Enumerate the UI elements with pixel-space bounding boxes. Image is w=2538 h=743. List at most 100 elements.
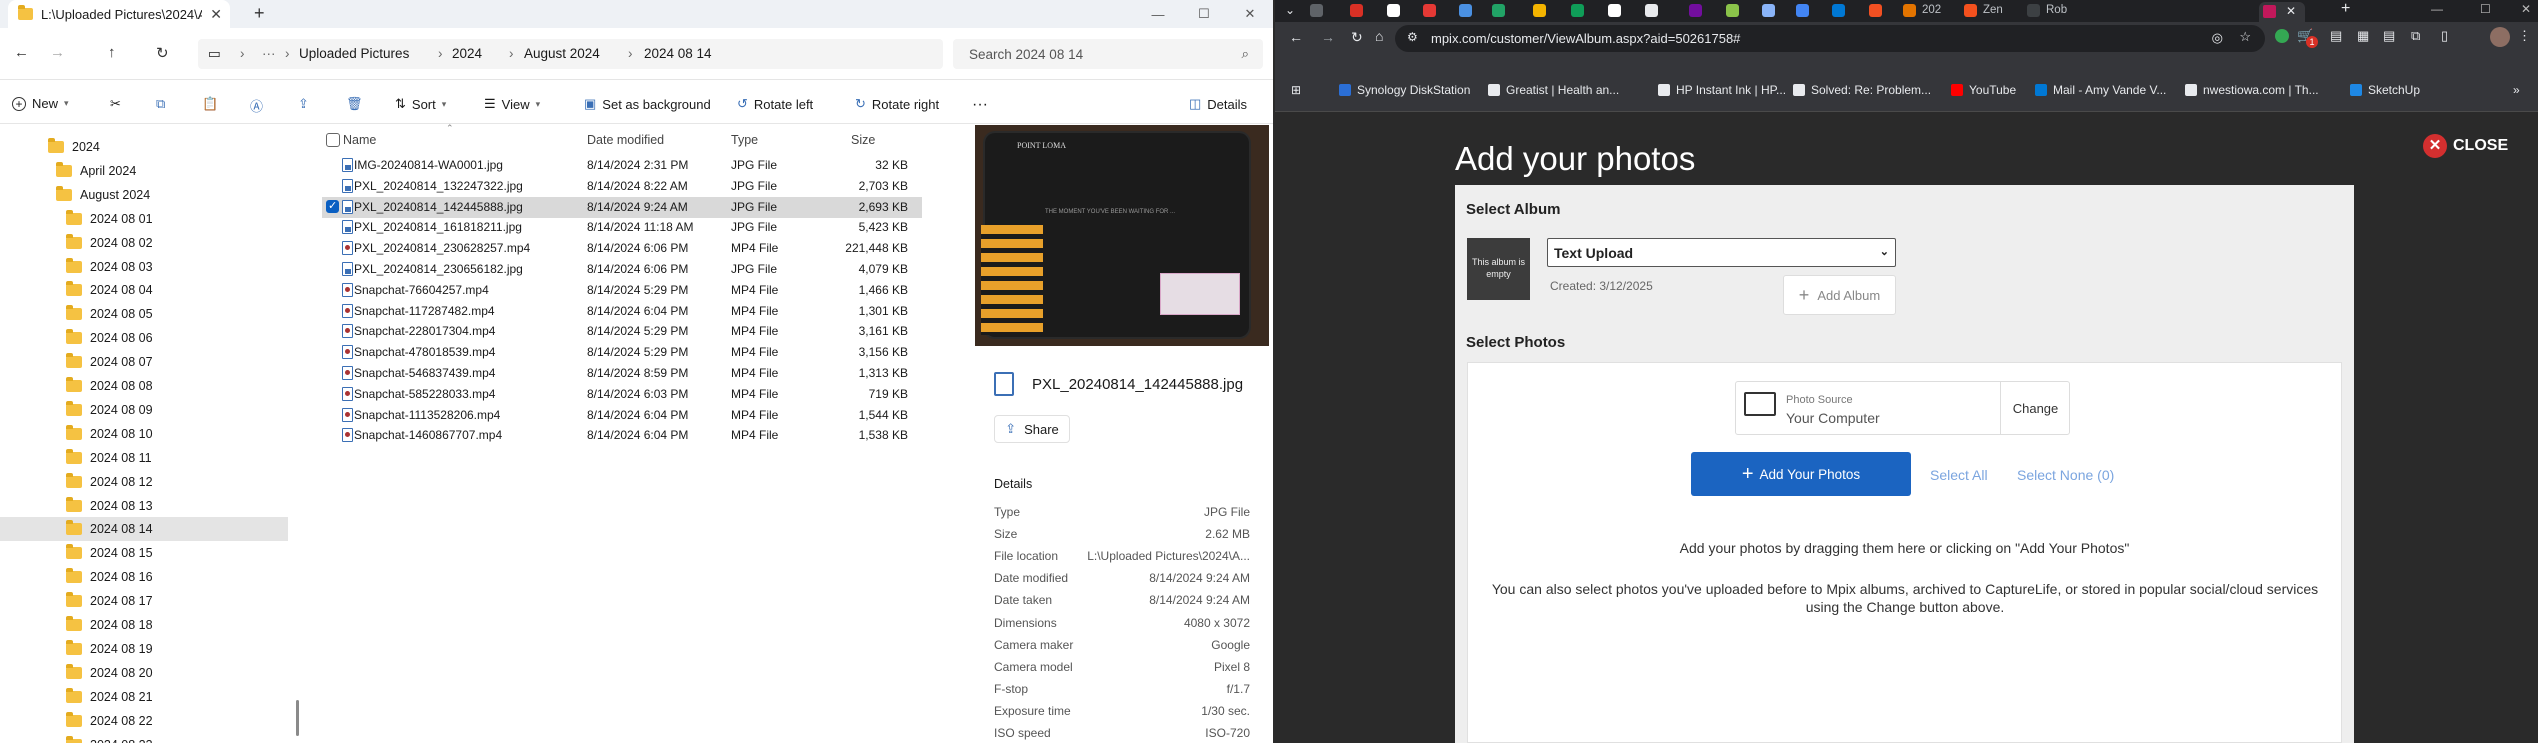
nav-item[interactable]: 2024 08 15 xyxy=(66,541,153,565)
site-info-icon[interactable]: ⚙ xyxy=(1407,30,1418,44)
address-bar[interactable]: ⚙ mpix.com/customer/ViewAlbum.aspx?aid=5… xyxy=(1395,25,2265,52)
nav-item[interactable]: August 2024 xyxy=(56,183,150,207)
nav-item[interactable]: 2024 08 12 xyxy=(66,470,153,494)
nav-item[interactable]: 2024 08 05 xyxy=(66,302,153,326)
profile-avatar[interactable] xyxy=(2490,27,2510,47)
file-row[interactable]: IMG-20240814-WA0001.jpg 8/14/2024 2:31 PM… xyxy=(322,155,922,176)
extensions-puzzle-icon[interactable]: ⧉ xyxy=(2411,28,2420,44)
nav-item[interactable]: 2024 08 09 xyxy=(66,398,153,422)
nav-item[interactable]: 2024 08 08 xyxy=(66,374,153,398)
file-row[interactable]: Snapchat-1113528206.mp4 8/14/2024 6:04 PM… xyxy=(322,405,922,426)
file-row[interactable]: Snapchat-478018539.mp4 8/14/2024 5:29 PM M… xyxy=(322,342,922,363)
more-options-icon[interactable]: ··· xyxy=(972,96,988,114)
rename-icon[interactable]: Ⓐ xyxy=(250,96,263,115)
file-row[interactable]: Snapchat-228017304.mp4 8/14/2024 5:29 PM M… xyxy=(322,321,922,342)
nav-item[interactable]: 2024 08 18 xyxy=(66,613,153,637)
rotate-left-button[interactable]: ↺ Rotate left xyxy=(737,96,813,112)
extension-green-icon[interactable] xyxy=(2275,29,2289,43)
bookmark-item[interactable]: nwestiowa.com | Th... xyxy=(2185,83,2319,97)
apps-grid-icon[interactable]: ⊞ xyxy=(1291,83,1301,97)
nav-item[interactable]: 2024 08 06 xyxy=(66,326,153,350)
nav-item[interactable]: 2024 08 10 xyxy=(66,422,153,446)
nav-item[interactable]: 2024 08 22 xyxy=(66,709,153,733)
sidebar-icon[interactable]: ▯ xyxy=(2441,28,2448,44)
minimize-icon[interactable]: — xyxy=(2431,2,2443,16)
menu-icon[interactable]: ⋮ xyxy=(2518,28,2531,44)
new-tab-button[interactable]: + xyxy=(2341,0,2350,18)
photo-source-selector[interactable]: Photo Source Your Computer Change xyxy=(1735,381,2070,435)
select-all-link[interactable]: Select All xyxy=(1930,467,1988,483)
back-icon[interactable]: ← xyxy=(14,44,29,61)
album-dropdown[interactable]: Text Upload ⌄ xyxy=(1547,238,1896,267)
column-header-type[interactable]: Type xyxy=(731,133,758,147)
maximize-icon[interactable]: ☐ xyxy=(2480,2,2491,16)
file-row[interactable]: PXL_20240814_230656182.jpg 8/14/2024 6:06… xyxy=(322,259,922,280)
home-icon[interactable]: ⌂ xyxy=(1375,28,1383,44)
close-window-icon[interactable]: ✕ xyxy=(1227,0,1273,28)
file-row[interactable]: PXL_20240814_142445888.jpg 8/14/2024 9:24… xyxy=(322,196,922,218)
back-icon[interactable]: ← xyxy=(1289,29,1303,45)
close-tab-icon[interactable]: ✕ xyxy=(210,6,222,23)
tab-search-icon[interactable]: ⌄ xyxy=(1285,3,1295,17)
breadcrumb-item[interactable]: 2024 08 14 xyxy=(644,46,712,61)
set-as-background-button[interactable]: ▣ Set as background xyxy=(584,96,711,112)
file-row[interactable]: Snapchat-1460867707.mp4 8/14/2024 6:04 PM… xyxy=(322,425,922,446)
nav-item[interactable]: 2024 08 19 xyxy=(66,637,153,661)
column-header-name[interactable]: Name xyxy=(343,133,376,147)
breadcrumb-item[interactable]: Uploaded Pictures xyxy=(299,46,409,61)
maximize-icon[interactable]: ☐ xyxy=(1181,0,1227,28)
row-checkbox[interactable] xyxy=(326,199,339,213)
bookmark-item[interactable]: Synology DiskStation xyxy=(1339,83,1470,97)
close-tab-icon[interactable]: ✕ xyxy=(2286,4,2296,18)
reload-icon[interactable]: ↻ xyxy=(1351,29,1363,46)
sort-button[interactable]: ⇅ Sort ▾ xyxy=(395,96,446,112)
nav-item[interactable]: 2024 08 17 xyxy=(66,589,153,613)
file-row[interactable]: PXL_20240814_230628257.mp4 8/14/2024 6:06… xyxy=(322,238,922,259)
bookmark-item[interactable]: HP Instant Ink | HP... xyxy=(1658,83,1786,97)
new-button[interactable]: + New ▾ xyxy=(12,96,69,111)
cut-icon[interactable]: ✂ xyxy=(110,96,121,112)
column-header-size[interactable]: Size xyxy=(851,133,875,147)
forward-icon[interactable]: → xyxy=(1321,29,1335,45)
nav-item[interactable]: 2024 08 23 xyxy=(66,733,153,743)
nav-item[interactable]: 2024 08 11 xyxy=(66,446,152,470)
extension-icon[interactable]: ▦ xyxy=(2357,28,2369,44)
rotate-right-button[interactable]: ↻ Rotate right xyxy=(855,96,939,112)
nav-item[interactable]: 2024 08 16 xyxy=(66,565,153,589)
delete-icon[interactable]: 🗑 xyxy=(346,96,363,112)
file-row[interactable]: Snapchat-585228033.mp4 8/14/2024 6:03 PM M… xyxy=(322,384,922,405)
nav-item[interactable]: April 2024 xyxy=(56,159,136,183)
close-button[interactable]: ✕ CLOSE xyxy=(2423,134,2508,158)
bookmark-item[interactable]: SketchUp xyxy=(2350,83,2420,97)
forward-icon[interactable]: → xyxy=(50,44,65,61)
eye-off-icon[interactable]: ◎ xyxy=(2212,30,2223,46)
bookmark-item[interactable]: Solved: Re: Problem... xyxy=(1793,83,1931,97)
bookmark-item[interactable]: YouTube xyxy=(1951,83,2016,97)
add-your-photos-button[interactable]: + Add Your Photos xyxy=(1691,452,1911,496)
breadcrumb-item[interactable]: August 2024 xyxy=(524,46,600,61)
nav-item[interactable]: 2024 08 20 xyxy=(66,661,153,685)
bookmarks-overflow-icon[interactable]: » xyxy=(2513,83,2520,97)
search-input[interactable]: Search 2024 08 14 ⌕ xyxy=(953,39,1263,69)
extension-icon[interactable]: ▤ xyxy=(2330,28,2342,44)
nav-item[interactable]: 2024 08 13 xyxy=(66,494,153,518)
bookmark-item[interactable]: Greatist | Health an... xyxy=(1488,83,1619,97)
select-all-checkbox[interactable] xyxy=(326,133,340,147)
column-header-date[interactable]: Date modified xyxy=(587,133,664,147)
nav-item[interactable]: 2024 08 14 xyxy=(66,517,153,541)
nav-item[interactable]: 2024 xyxy=(48,135,100,159)
extension-icon[interactable]: ▤ xyxy=(2383,28,2395,44)
paste-icon[interactable]: 📋 xyxy=(202,96,218,112)
file-row[interactable]: Snapchat-546837439.mp4 8/14/2024 8:59 PM M… xyxy=(322,363,922,384)
view-button[interactable]: ☰ View ▾ xyxy=(484,96,540,112)
select-none-link[interactable]: Select None (0) xyxy=(2017,467,2114,483)
bookmark-item[interactable]: Mail - Amy Vande V... xyxy=(2035,83,2166,97)
copy-icon[interactable]: ⧉ xyxy=(156,96,165,112)
nav-item[interactable]: 2024 08 07 xyxy=(66,350,153,374)
add-album-button[interactable]: + Add Album xyxy=(1783,275,1896,315)
active-tab[interactable]: ✕ xyxy=(2259,2,2305,22)
nav-scrollbar[interactable] xyxy=(296,700,299,736)
refresh-icon[interactable]: ↻ xyxy=(156,44,169,62)
breadcrumb-item[interactable]: 2024 xyxy=(452,46,482,61)
file-row[interactable]: Snapchat-117287482.mp4 8/14/2024 6:04 PM M… xyxy=(322,301,922,322)
